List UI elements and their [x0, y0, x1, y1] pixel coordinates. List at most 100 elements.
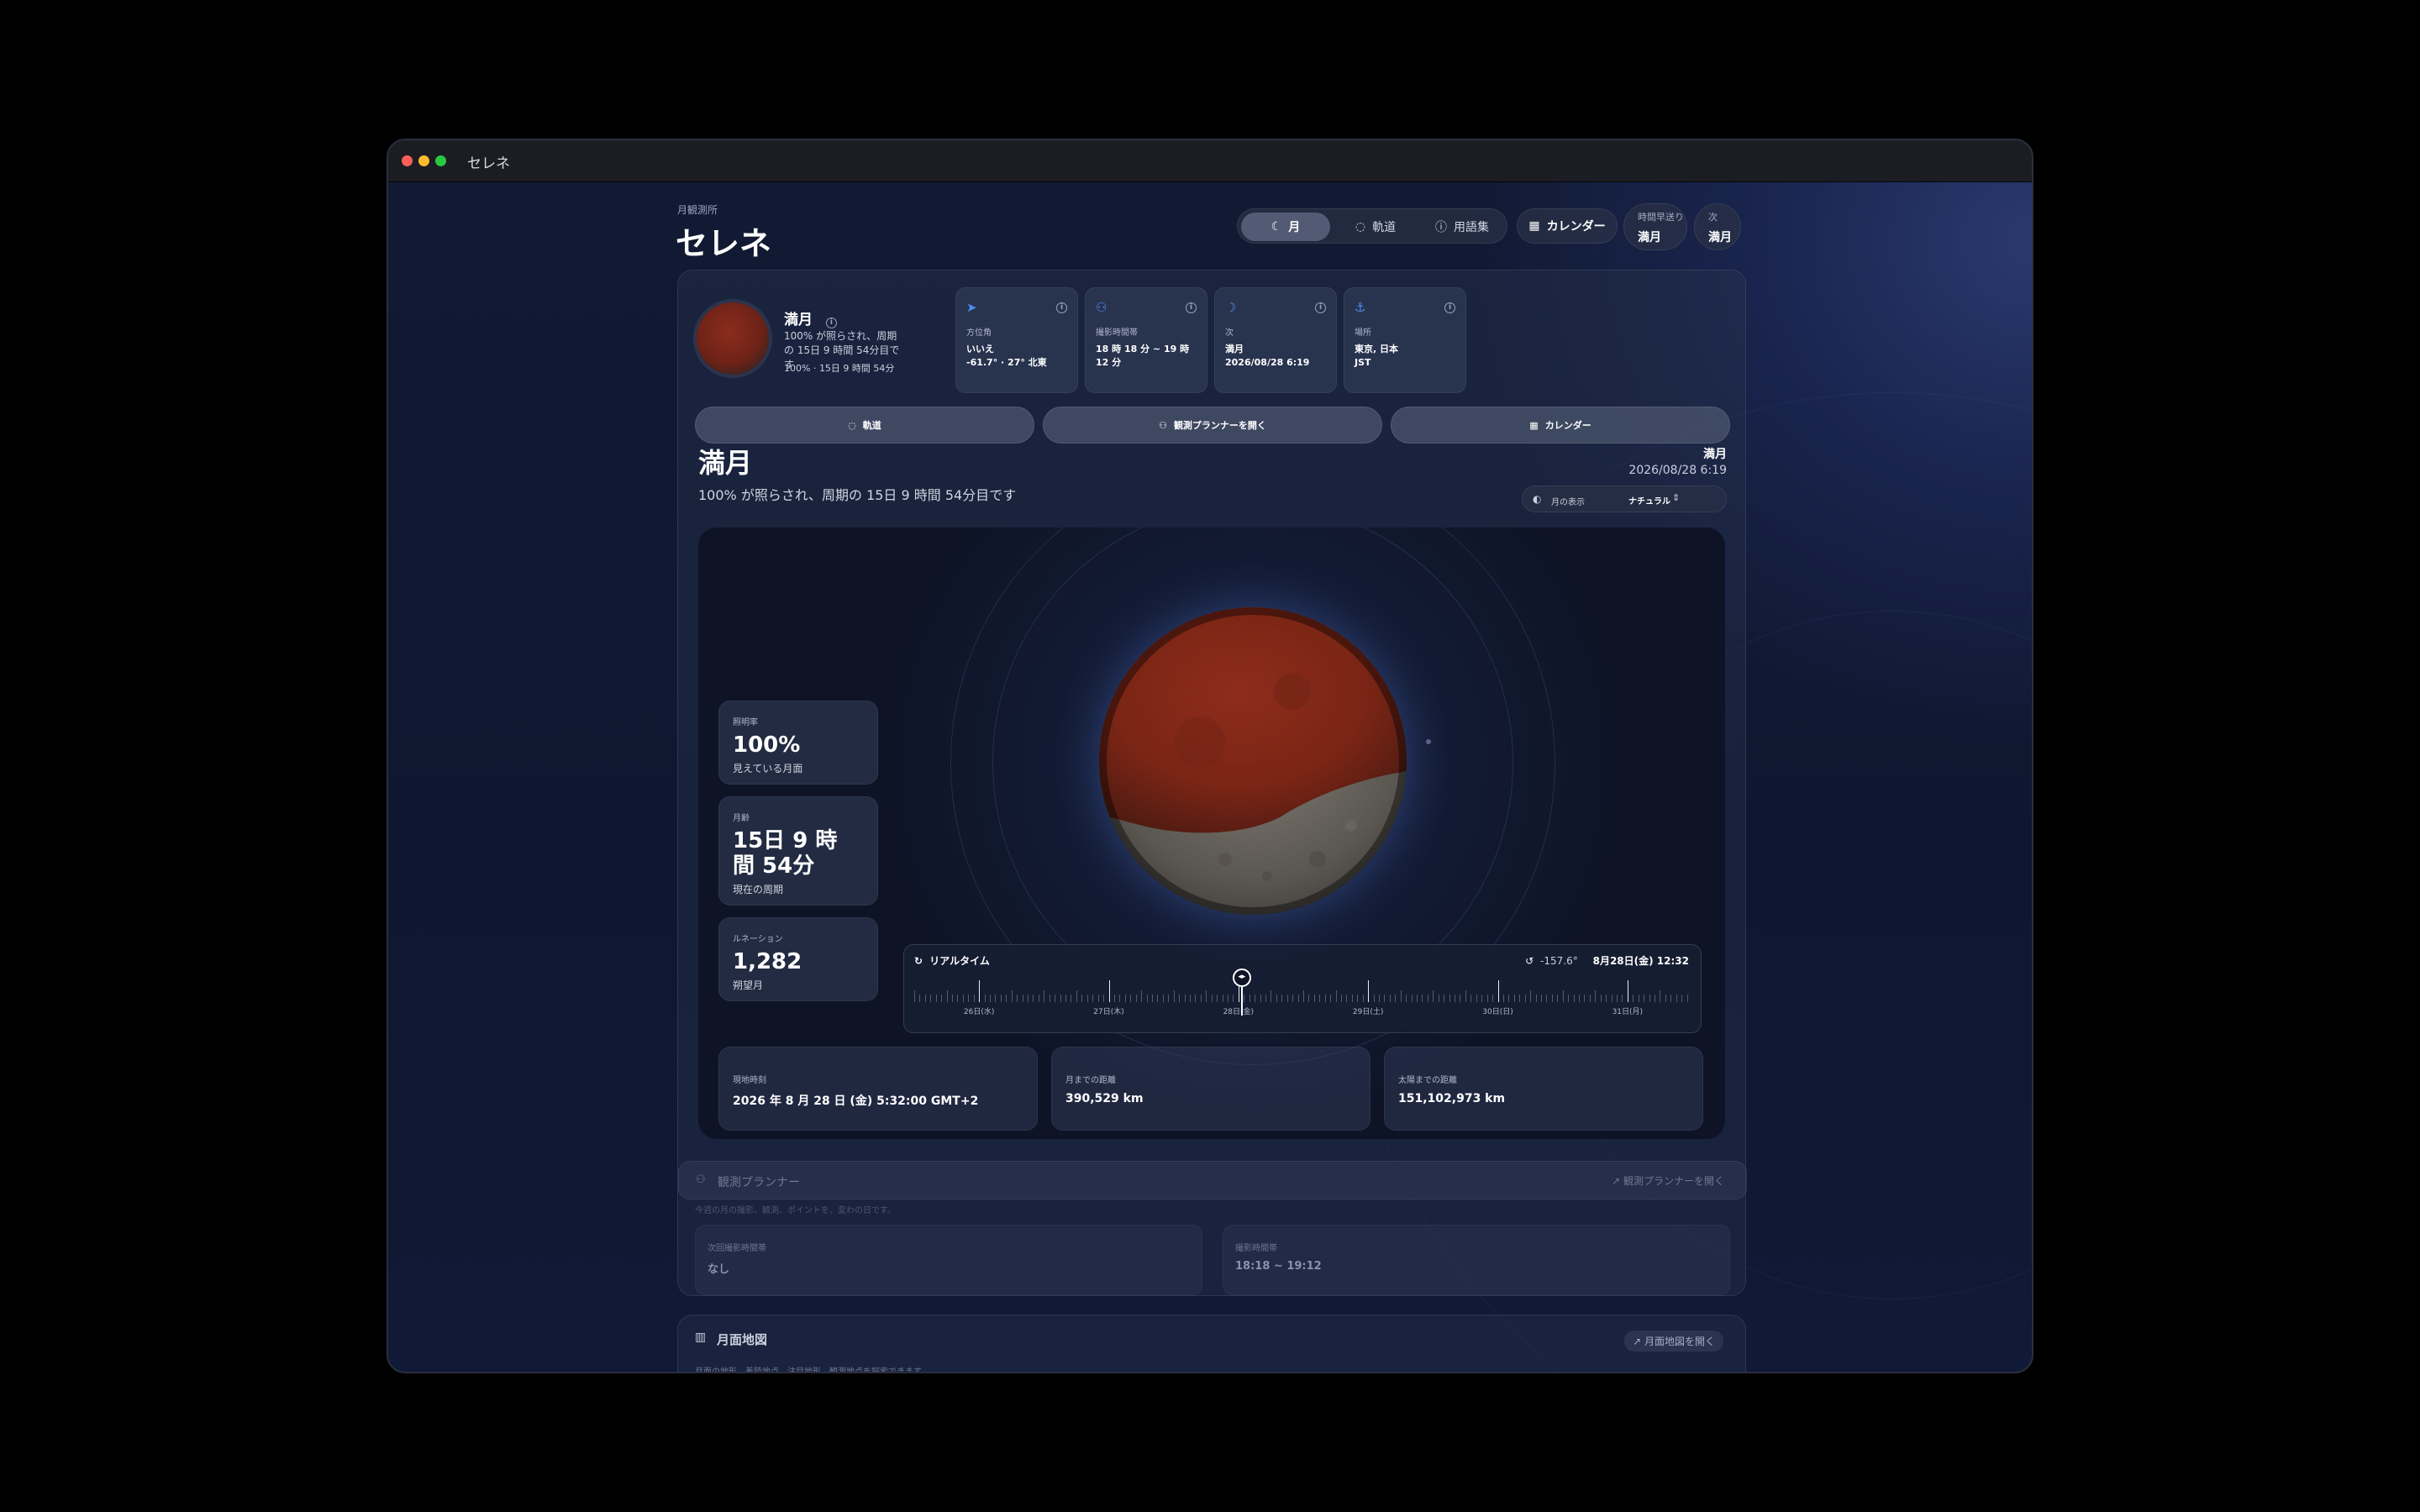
timeline-tick: [1519, 995, 1521, 1002]
timeline-tick: [1357, 995, 1359, 1002]
timeline-tick: [1173, 990, 1175, 1002]
orbit-icon: ◌: [848, 419, 856, 431]
rotate-icon[interactable]: ↺: [1525, 955, 1534, 967]
timeline-tick: [1578, 995, 1580, 1002]
timeline-tick: [1557, 995, 1559, 1002]
playhead-handle-icon[interactable]: ◂▸: [1232, 969, 1251, 987]
timeline-tick: [1086, 995, 1088, 1002]
scrub-datetime: 8月28日(金) 12:32: [1592, 955, 1689, 967]
moon-visual[interactable]: [1099, 607, 1407, 915]
timewarp-button[interactable]: 時間早送り 満月: [1623, 203, 1687, 250]
timeline-tick: [1346, 995, 1348, 1002]
timeline-tick: [1249, 995, 1250, 1002]
timeline-tick: [1589, 995, 1591, 1002]
info-icon[interactable]: i: [1444, 302, 1455, 313]
open-lunar-map-button[interactable]: ↗ 月面地図を開く: [1624, 1331, 1723, 1352]
info-icon[interactable]: i: [1056, 302, 1067, 313]
timeline-tick: [1417, 995, 1418, 1002]
timeline-tick: [1502, 995, 1504, 1002]
timeline-tick: [1200, 995, 1202, 1002]
satellite-marker: [1426, 739, 1431, 744]
timeline-tick: [1006, 995, 1007, 1002]
planner-description: 今週の月の撮影、観測、ポイントを、変わの日です。: [695, 1206, 896, 1215]
timeline-tick: [1616, 995, 1618, 1002]
app-window: セレネ 月観測所 セレネ ☾ 月 ◌ 軌道 ⓘ 用語集 ▦ カレンダー 時間早送…: [387, 139, 2033, 1373]
timeline-tick: [1011, 990, 1013, 1002]
info-card-azimuth[interactable]: ➤ i 方位角 いいえ -61.7° · 27° 北東: [955, 287, 1078, 393]
timeline-tick: [1303, 990, 1304, 1002]
planner-title: 観測プランナー: [718, 1176, 800, 1189]
planner-card-shooting-window: 撮影時間帯 18:18 ~ 19:12: [1223, 1225, 1730, 1295]
timeline-tick: [1313, 995, 1315, 1002]
stat-card-lunation: ルネーション 1,282 朔望月: [718, 917, 878, 1001]
realtime-label: リアルタイム: [929, 955, 990, 967]
zoom-window-button[interactable]: [435, 155, 446, 166]
timeline-tick: [1546, 995, 1548, 1002]
timeline-tick: [1606, 995, 1607, 1002]
timeline-tick: [1265, 995, 1266, 1002]
sun-distance-card: 太陽までの距離 151,102,973 km: [1384, 1047, 1703, 1131]
timeline-tick: [1433, 990, 1434, 1002]
timeline-tick: [1151, 995, 1153, 1002]
timeline-tick: [1449, 995, 1450, 1002]
tab-moon[interactable]: ☾ 月: [1241, 213, 1330, 241]
timeline-tick: [1562, 990, 1564, 1002]
info-card-location[interactable]: ⚓ i 場所 東京, 日本 JST: [1344, 287, 1466, 393]
timeline-day-label: 26日(水): [963, 1008, 995, 1016]
timeline-tick: [1179, 995, 1181, 1002]
info-icon[interactable]: i: [825, 318, 837, 328]
close-window-button[interactable]: [402, 155, 413, 166]
realtime-icon[interactable]: ↻: [914, 955, 923, 967]
lunar-map-description: 月面の地形、着陸地点、注目地形、観測地点を探索できます。: [695, 1368, 929, 1373]
timeline-tick: [1168, 995, 1170, 1002]
timeline-tick: [995, 995, 997, 1002]
info-icon[interactable]: i: [1315, 302, 1326, 313]
tab-orbit[interactable]: ◌ 軌道: [1334, 213, 1418, 241]
orbit-action-button[interactable]: ◌ 軌道: [695, 407, 1034, 444]
window-title: セレネ: [467, 155, 510, 172]
timeline-tick: [1422, 995, 1423, 1002]
stat-card-moon-age: 月齢 15日 9 時間 54分 現在の周期: [718, 796, 878, 906]
timeline-tick: [1211, 995, 1213, 1002]
timeline-tick: [1113, 995, 1115, 1002]
map-icon: ▥: [695, 1331, 707, 1344]
info-icon[interactable]: i: [1186, 302, 1197, 313]
info-card-shooting-window[interactable]: ⚇ i 撮影時間帯 18 時 18 分 ~ 19 時 12 分: [1085, 287, 1207, 393]
moon-icon: ☾: [1270, 220, 1282, 234]
timeline-playhead[interactable]: ◂▸: [1232, 969, 1251, 1016]
timeline-tick: [1633, 995, 1634, 1002]
view-segmented-control: ☾ 月 ◌ 軌道 ⓘ 用語集: [1237, 208, 1507, 244]
timeline-tick: [1157, 995, 1159, 1002]
timeline-tick: [1108, 980, 1110, 1002]
timeline-tick: [1535, 995, 1537, 1002]
open-planner-link[interactable]: ↗ 観測プランナーを開く: [1612, 1173, 1724, 1188]
timeline-tick: [1319, 995, 1321, 1002]
next-phase-button[interactable]: 次 満月: [1694, 203, 1741, 250]
timeline-day-label: 28日(金): [1223, 1008, 1255, 1016]
open-planner-action-button[interactable]: ⚇ 観測プランナーを開く: [1043, 407, 1382, 444]
minimize-window-button[interactable]: [418, 155, 429, 166]
timeline-tick: [1540, 995, 1542, 1002]
timeline-tick: [1368, 980, 1370, 1002]
timeline-tick: [1124, 995, 1126, 1002]
timeline-tick: [1508, 995, 1510, 1002]
timeline-tick: [1584, 995, 1586, 1002]
timeline-tick: [1270, 990, 1272, 1002]
timeline-tick: [1130, 995, 1132, 1002]
phase-tag: 満月: [1703, 448, 1727, 461]
timeline-tick: [1206, 990, 1207, 1002]
timeline-tick: [1195, 995, 1197, 1002]
tab-glossary[interactable]: ⓘ 用語集: [1419, 213, 1505, 241]
moon-display-select[interactable]: ◐ 月の表示 ナチュラル ⇕: [1522, 486, 1727, 512]
timeline-tick: [1600, 995, 1602, 1002]
timeline-tick: [1146, 995, 1148, 1002]
timeline-tick: [1362, 995, 1364, 1002]
calendar-button[interactable]: ▦ カレンダー: [1517, 208, 1618, 244]
timeline-tick: [914, 990, 915, 1002]
lunar-map-panel: ▥ 月面地図 ↗ 月面地図を開く 月面の地形、着陸地点、注目地形、観測地点を探索…: [677, 1315, 1746, 1373]
timeline-tick: [1492, 995, 1494, 1002]
info-card-next[interactable]: ☽ i 次 満月 2026/08/28 6:19: [1214, 287, 1337, 393]
lunar-map-title: 月面地図: [717, 1332, 768, 1347]
calendar-action-button[interactable]: ▦ カレンダー: [1391, 407, 1730, 444]
time-scrubber[interactable]: ↻ リアルタイム ↺ -157.6° 8月28日(金) 12:32 26日(水)…: [903, 944, 1702, 1033]
